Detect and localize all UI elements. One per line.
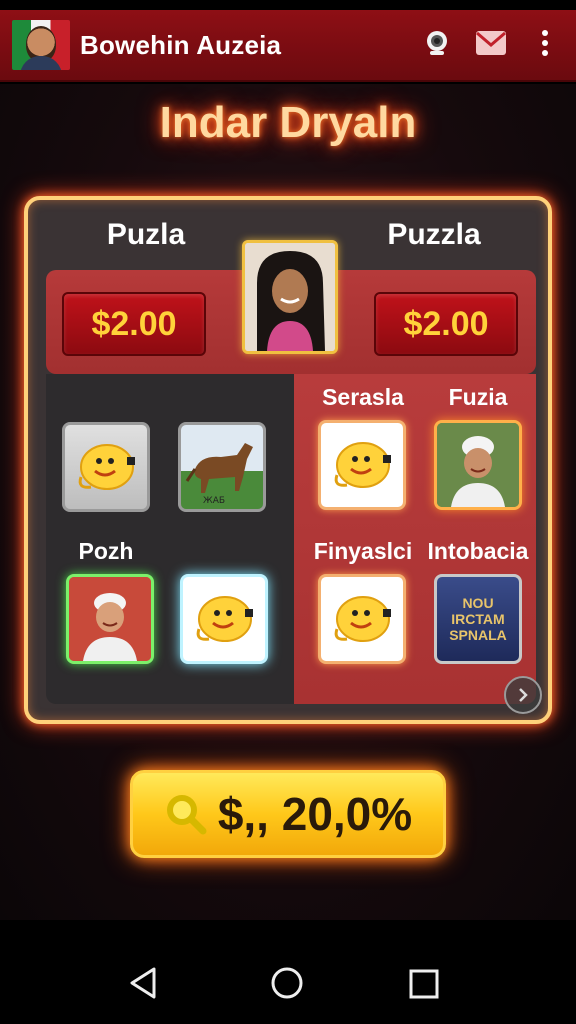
poster-tile[interactable]: NOU IRCTAM SPNALA <box>434 574 522 664</box>
nav-bar <box>0 920 576 1024</box>
mail-icon[interactable] <box>474 26 508 60</box>
bet-button[interactable]: $,, 20,0% <box>130 770 446 858</box>
player-left-price: $2.00 <box>62 292 206 356</box>
tile-label-pozh: Pozh <box>78 538 134 564</box>
game-title: Indar Dryaln <box>159 98 417 147</box>
center-portrait[interactable] <box>242 240 338 354</box>
nav-back-icon[interactable] <box>128 966 160 1000</box>
app-title: Bowehin Auzeia <box>80 29 282 60</box>
emoji-tile-right[interactable] <box>318 420 406 510</box>
emoji-tile-right-bottom[interactable] <box>318 574 406 664</box>
emoji-tile-glow[interactable] <box>180 574 268 664</box>
bet-label: $,, 20,0% <box>217 788 413 840</box>
camera-icon[interactable] <box>420 26 454 60</box>
poster-text: NOU IRCTAM SPNALA <box>449 595 507 643</box>
child-tile-green[interactable] <box>66 574 154 664</box>
horse-tile[interactable]: ЖАБ <box>178 422 266 512</box>
tile-label-fuzia: Fuzia <box>448 384 508 410</box>
game-board: Puzla Puzzla $2.00 $2.00 ЖАБ Pozh Serasl… <box>24 196 552 724</box>
child-tile-orange[interactable] <box>434 420 522 510</box>
player-right-price: $2.00 <box>374 292 518 356</box>
horse-caption: ЖАБ <box>203 496 225 506</box>
player-right-label: Puzzla <box>387 218 481 251</box>
nav-recents-icon[interactable] <box>408 968 440 1000</box>
chevron-right-icon <box>519 688 528 702</box>
status-bar <box>0 0 576 10</box>
app-actions <box>420 26 562 60</box>
more-vertical-icon[interactable] <box>528 26 562 60</box>
emoji-tile[interactable] <box>62 422 150 512</box>
app-bar: Bowehin Auzeia <box>0 10 576 82</box>
search-icon <box>166 795 207 835</box>
player-left-label: Puzla <box>106 218 186 251</box>
tile-label-intobacia: Intobacia <box>427 538 529 564</box>
next-button[interactable] <box>504 676 542 714</box>
avatar[interactable] <box>12 20 70 70</box>
nav-home-icon[interactable] <box>270 966 304 1000</box>
avatar-shirt <box>20 56 62 70</box>
